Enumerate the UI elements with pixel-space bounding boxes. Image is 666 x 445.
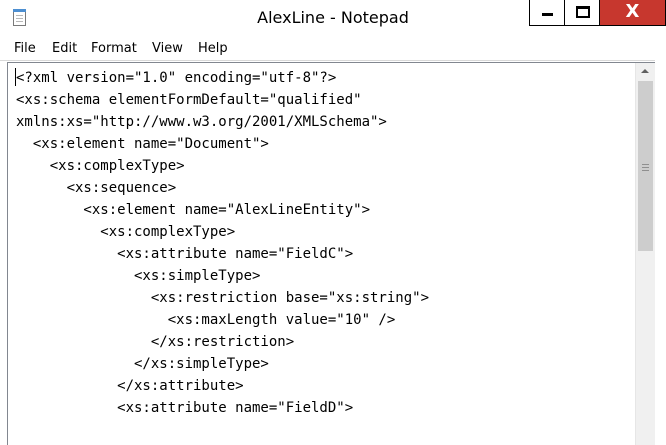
editor-line[interactable]: <xs:element name="AlexLineEntity">	[16, 199, 429, 221]
editor-line[interactable]: <xs:simpleType>	[16, 265, 429, 287]
editor-line[interactable]: <xs:element name="Document">	[16, 133, 429, 155]
editor-line[interactable]: </xs:restriction>	[16, 331, 429, 353]
editor-line[interactable]: <xs:complexType>	[16, 155, 429, 177]
text-editor[interactable]: <?xml version="1.0" encoding="utf-8"?> <x…	[7, 62, 666, 445]
editor-line[interactable]: <xs:attribute name="FieldC">	[16, 243, 429, 265]
editor-line[interactable]: <xs:attribute name="FieldD">	[16, 397, 429, 419]
grip-icon	[642, 170, 649, 171]
menu-format[interactable]: Format	[91, 41, 137, 56]
menu-view[interactable]: View	[152, 41, 183, 56]
vertical-scrollbar[interactable]	[635, 63, 655, 445]
menu-edit[interactable]: Edit	[52, 41, 77, 56]
scrollbar-thumb[interactable]	[638, 81, 653, 251]
editor-line[interactable]: </xs:simpleType>	[16, 353, 429, 375]
window-frame-edge	[655, 38, 666, 445]
chevron-up-icon	[641, 69, 649, 73]
editor-line[interactable]: <?xml version="1.0" encoding="utf-8"?>	[16, 67, 429, 89]
text-caret	[15, 68, 16, 86]
editor-line[interactable]: <xs:sequence>	[16, 177, 429, 199]
editor-line[interactable]: <xs:schema elementFormDefault="qualified…	[16, 89, 429, 111]
close-icon: X	[625, 1, 640, 22]
menu-help[interactable]: Help	[198, 41, 228, 56]
maximize-button[interactable]	[564, 0, 600, 26]
menu-bar: File Edit Format View Help	[0, 38, 666, 61]
notepad-window: AlexLine - Notepad X File Edit Format Vi…	[0, 0, 666, 445]
grip-icon	[642, 164, 649, 165]
editor-line[interactable]: <xs:restriction base="xs:string">	[16, 287, 429, 309]
editor-line[interactable]: </xs:attribute>	[16, 375, 429, 397]
menu-file[interactable]: File	[14, 41, 36, 56]
editor-line[interactable]: xmlns:xs="http://www.w3.org/2001/XMLSche…	[16, 111, 429, 133]
editor-line[interactable]: <xs:complexType>	[16, 221, 429, 243]
editor-content[interactable]: <?xml version="1.0" encoding="utf-8"?> <x…	[16, 67, 429, 419]
title-bar[interactable]: AlexLine - Notepad X	[0, 0, 666, 38]
close-button[interactable]: X	[599, 0, 666, 26]
scroll-up-button[interactable]	[636, 63, 655, 80]
maximize-icon	[576, 6, 590, 18]
editor-line[interactable]: <xs:maxLength value="10" />	[16, 309, 429, 331]
grip-icon	[642, 167, 649, 168]
minimize-icon	[542, 13, 553, 16]
minimize-button[interactable]	[529, 0, 565, 26]
